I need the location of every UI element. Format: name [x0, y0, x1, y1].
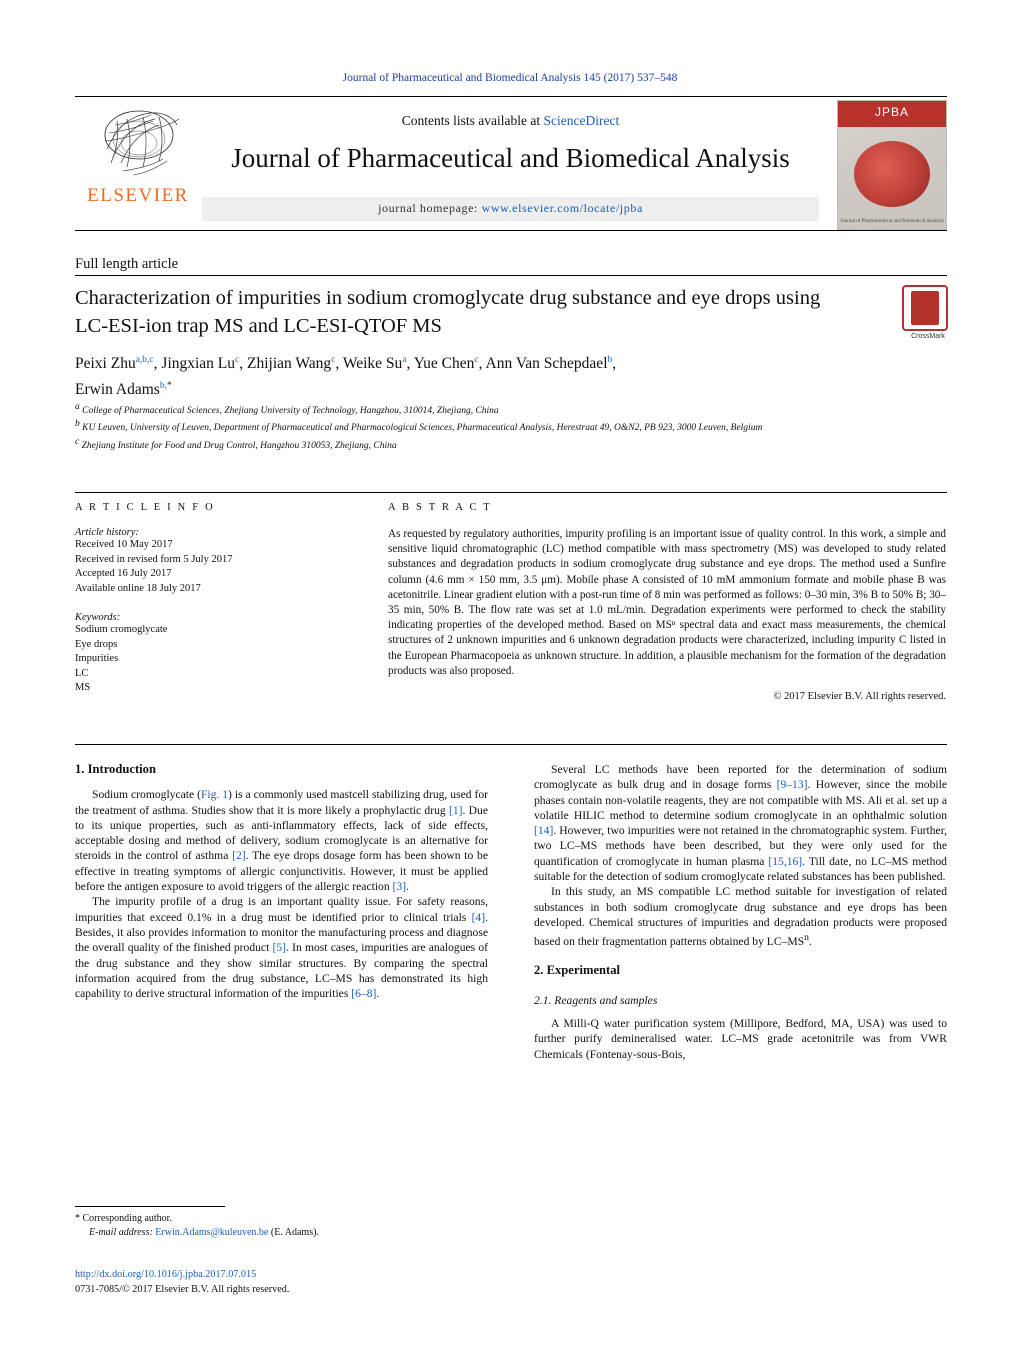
corresponding-marker: * [75, 1213, 80, 1224]
keywords-block: Keywords: Sodium cromoglycate Eye drops … [75, 612, 330, 696]
author-1: Peixi Zhua,b,c [75, 355, 154, 373]
keywords-label: Keywords: [75, 612, 121, 623]
abstract-text: As requested by regulatory authorities, … [388, 528, 946, 677]
affiliation-c: c Zhejiang Institute for Food and Drug C… [75, 436, 397, 451]
citation-9-13[interactable]: [9–13] [777, 778, 808, 791]
section-heading-introduction: 1. Introduction [75, 762, 156, 776]
history-item-received: Received 10 May 2017 [75, 539, 173, 550]
homepage-label: journal homepage: [378, 201, 482, 215]
affiliation-b: b KU Leuven, University of Leuven, Depar… [75, 419, 763, 434]
issn-copyright: 0731-7085/© 2017 Elsevier B.V. All right… [75, 1283, 290, 1295]
homepage-url-link[interactable]: www.elsevier.com/locate/jpba [482, 201, 643, 215]
journal-masthead: ELSEVIER Contents lists available at Sci… [75, 96, 947, 231]
email-suffix: (E. Adams). [268, 1227, 319, 1238]
crossmark-badge[interactable]: CrossMark [902, 285, 954, 340]
elsevier-logo: ELSEVIER [75, 99, 201, 229]
citation-1[interactable]: [1] [449, 804, 463, 817]
email-link[interactable]: Erwin.Adams@kuleuven.be [155, 1227, 268, 1238]
corresponding-text: Corresponding author. [82, 1213, 172, 1224]
affiliation-list: a College of Pharmaceutical Sciences, Zh… [75, 401, 895, 453]
elsevier-tree-icon [104, 110, 180, 176]
journal-homepage-bar: journal homepage: www.elsevier.com/locat… [202, 197, 819, 221]
author-5: Yue Chenc [413, 355, 479, 373]
abstract-copyright: © 2017 Elsevier B.V. All rights reserved… [773, 691, 946, 703]
corresponding-author-footnote: * Corresponding author. E-mail address: … [75, 1212, 488, 1240]
keyword-3: Impurities [75, 653, 119, 664]
article-info-heading: A R T I C L E I N F O [75, 502, 215, 513]
crossmark-inner-shape [911, 291, 939, 325]
journal-cover-thumbnail: JPBA Journal of Pharmaceutical and Biome… [837, 100, 947, 230]
cover-journal-abbrev: JPBA [874, 105, 909, 119]
affiliation-a-text: College of Pharmaceutical Sciences, Zhej… [82, 406, 499, 417]
affiliation-b-text: KU Leuven, University of Leuven, Departm… [82, 423, 763, 434]
paper-page: Journal of Pharmaceutical and Biomedical… [0, 0, 1020, 1351]
figure-ref-1[interactable]: Fig. 1 [201, 788, 228, 801]
divider-above-abstract-band [75, 492, 947, 493]
cover-graphic [854, 141, 930, 207]
section-heading-experimental: 2. Experimental [534, 963, 621, 978]
crossmark-label: CrossMark [911, 333, 945, 340]
history-item-revised: Received in revised form 5 July 2017 [75, 553, 233, 565]
doi-link[interactable]: http://dx.doi.org/10.1016/j.jpba.2017.07… [75, 1268, 495, 1283]
article-info-column: A R T I C L E I N F O Article history: R… [75, 502, 330, 696]
keyword-1: Sodium cromoglycate [75, 624, 168, 635]
article-type-label: Full length article [75, 256, 179, 272]
history-item-accepted: Accepted 16 July 2017 [75, 568, 172, 579]
keyword-4: LC [75, 667, 89, 679]
keywords-list: Sodium cromoglycate Eye drops Impurities… [75, 623, 330, 696]
abstract-heading: A B S T R A C T [388, 502, 492, 513]
running-head: Journal of Pharmaceutical and Biomedical… [342, 72, 678, 84]
article-history-label: Article history: [75, 527, 139, 538]
keyword-5: MS [75, 682, 91, 693]
article-history-list: Received 10 May 2017 Received in revised… [75, 538, 330, 596]
body-column-right: Several LC methods have been reported fo… [534, 762, 947, 1062]
citation-3[interactable]: [3] [393, 880, 407, 893]
contents-available-line: Contents lists available at ScienceDirec… [202, 113, 819, 129]
citation-5[interactable]: [5] [272, 941, 286, 954]
history-item-online: Available online 18 July 2017 [75, 582, 201, 594]
citation-6-8[interactable]: [6–8] [351, 987, 376, 1000]
intro-paragraph-2: The impurity profile of a drug is an imp… [75, 895, 488, 1001]
email-label: E-mail address: [89, 1227, 156, 1238]
affiliation-c-text: Zhejiang Institute for Food and Drug Con… [81, 440, 397, 451]
crossmark-icon [902, 285, 948, 331]
citation-14[interactable]: [14] [534, 824, 553, 837]
corresponding-author-line: * Corresponding author. [75, 1212, 488, 1226]
body-column-left: 1. Introduction Sodium cromoglycate (Fig… [75, 762, 488, 1001]
citation-15-16[interactable]: [15,16] [768, 855, 802, 868]
author-4: Weike Sua [342, 355, 407, 373]
divider-under-article-type [75, 275, 947, 276]
footer-doi-block: http://dx.doi.org/10.1016/j.jpba.2017.07… [75, 1268, 495, 1297]
contents-prefix: Contents lists available at [401, 113, 544, 128]
intro-paragraph-3: Several LC methods have been reported fo… [534, 763, 947, 884]
author-6: Ann Van Schepdaelb [485, 355, 613, 373]
cover-caption: Journal of Pharmaceutical and Biomedical… [840, 219, 944, 224]
author-list: Peixi Zhua,b,c, Jingxian Luc, Zhijian Wa… [75, 355, 617, 399]
author-2: Jingxian Luc [161, 355, 240, 373]
citation-4[interactable]: [4] [472, 911, 486, 924]
abstract-column: A B S T R A C T As requested by regulato… [388, 502, 946, 702]
journal-center-block: Contents lists available at ScienceDirec… [202, 99, 819, 229]
intro-paragraph-4: In this study, an MS compatible LC metho… [534, 885, 947, 949]
elsevier-wordmark: ELSEVIER [87, 185, 189, 206]
sciencedirect-link[interactable]: ScienceDirect [544, 113, 620, 128]
author-7: Erwin Adamsb,* [75, 381, 172, 399]
affiliation-a: a College of Pharmaceutical Sciences, Zh… [75, 402, 499, 417]
journal-title: Journal of Pharmaceutical and Biomedical… [231, 143, 790, 173]
citation-2[interactable]: [2] [232, 849, 246, 862]
experimental-paragraph-1: A Milli-Q water purification system (Mil… [534, 1017, 947, 1061]
author-3: Zhijian Wangc [247, 355, 336, 373]
page-title: Characterization of impurities in sodium… [75, 287, 821, 337]
email-line: E-mail address: Erwin.Adams@kuleuven.be … [75, 1226, 488, 1240]
divider-below-abstract-band [75, 744, 947, 745]
keyword-2: Eye drops [75, 638, 118, 650]
intro-paragraph-1: Sodium cromoglycate (Fig. 1) is a common… [75, 788, 488, 894]
subsection-heading-reagents: 2.1. Reagents and samples [534, 993, 658, 1007]
footnote-divider [75, 1206, 225, 1207]
